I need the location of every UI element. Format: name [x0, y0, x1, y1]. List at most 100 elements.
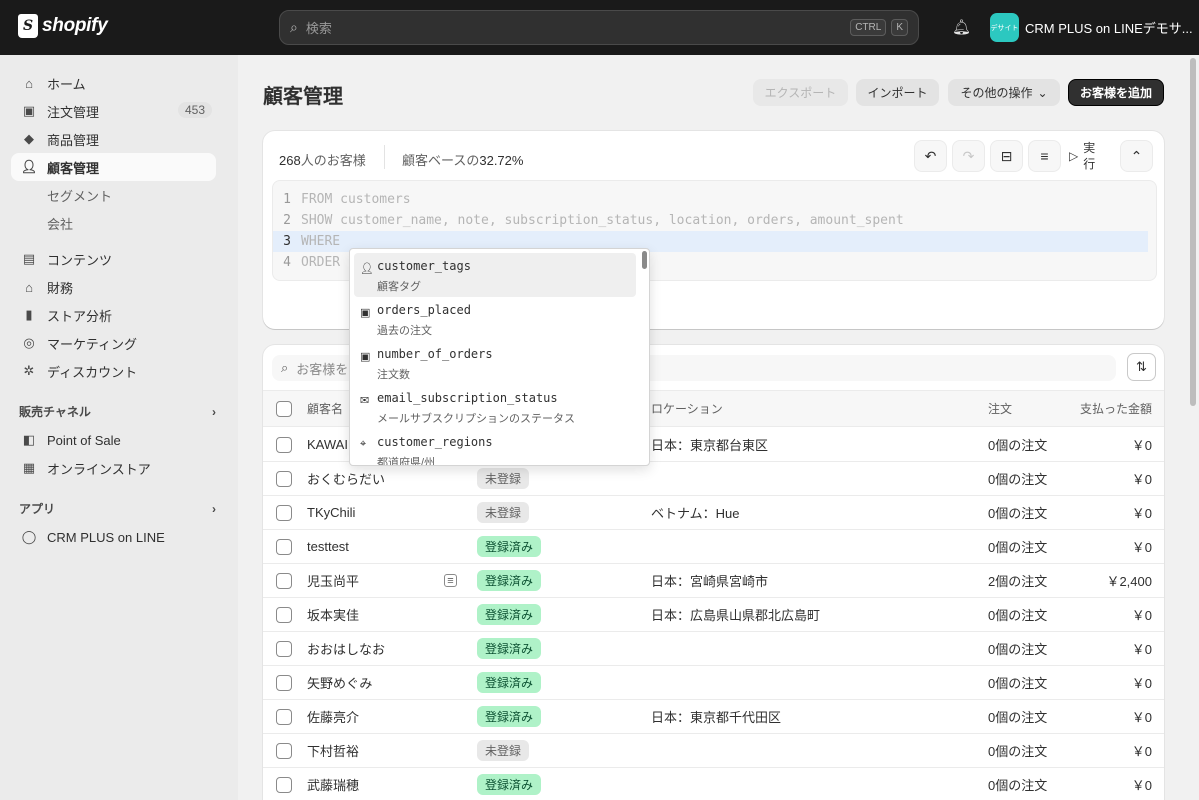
sidebar-item-segments[interactable]: セグメント — [11, 181, 216, 209]
sort-button[interactable]: ⇅ — [1127, 353, 1156, 381]
pos-icon: ◧ — [22, 432, 36, 447]
dropdown-scrollbar[interactable] — [642, 251, 647, 269]
line-text: ORDER — [301, 255, 341, 270]
export-button[interactable]: エクスポート — [753, 79, 848, 106]
table-row[interactable]: おおはしなお 登録済み 0個の注文 ￥0 — [263, 632, 1164, 666]
sidebar-item-finance[interactable]: ⌂ 財務 — [11, 273, 216, 301]
customer-name[interactable]: 矢野めぐみ — [307, 666, 372, 699]
customer-name[interactable]: おおはしなお — [307, 632, 385, 665]
customer-orders: 0個の注文 — [988, 608, 1048, 623]
customer-orders: 0個の注文 — [988, 438, 1048, 453]
suggestion-item[interactable]: ✉ email_subscription_status メールサブスクリプション… — [354, 385, 636, 429]
col-name[interactable]: 顧客名 — [307, 391, 343, 426]
table-row[interactable]: おくむらだい 未登録 0個の注文 ￥0 — [263, 462, 1164, 496]
divider — [384, 145, 385, 169]
shopify-bag-icon — [18, 14, 38, 38]
sidebar-item-label: CRM PLUS on LINE — [47, 529, 165, 545]
sidebar-item-label: 顧客管理 — [47, 160, 100, 176]
table-row[interactable]: TKyChili 未登録 ベトナム：Hue 0個の注文 ￥0 — [263, 496, 1164, 530]
sidebar-item-companies[interactable]: 会社 — [11, 209, 216, 237]
row-checkbox[interactable] — [276, 470, 292, 487]
add-customer-button[interactable]: お客様を追加 — [1068, 79, 1164, 106]
row-checkbox[interactable] — [276, 436, 292, 453]
table-row[interactable]: 武藤瑞穂 登録済み 0個の注文 ￥0 — [263, 768, 1164, 800]
row-checkbox[interactable] — [276, 572, 292, 589]
code-line: 1 FROM customers — [273, 189, 1156, 210]
table-row[interactable]: 坂本実佳 登録済み 日本：広島県山県郡北広島町 0個の注文 ￥0 — [263, 598, 1164, 632]
status-badge: 登録済み — [477, 672, 542, 693]
sidebar-item-orders[interactable]: ▣ 注文管理 453 — [11, 97, 216, 125]
row-checkbox[interactable] — [276, 504, 292, 521]
customer-name[interactable]: 児玉尚平 — [307, 564, 359, 597]
bank-icon: ⌂ — [25, 279, 33, 295]
row-checkbox[interactable] — [276, 538, 292, 555]
table-row[interactable]: testtest 登録済み 0個の注文 ￥0 — [263, 530, 1164, 564]
more-actions-button[interactable]: その他の操作 ⌄ — [948, 79, 1060, 106]
suggestion-item[interactable]: ▣ number_of_orders 注文数 — [354, 341, 636, 385]
col-orders[interactable]: 注文 — [988, 391, 1012, 426]
redo-button[interactable]: ↷ — [952, 140, 985, 172]
autocomplete-dropdown: 👤︎ customer_tags 顧客タグ ▣ orders_placed 過去… — [349, 248, 650, 466]
col-spent[interactable]: 支払った金額 — [1052, 391, 1152, 426]
sidebar-item-home[interactable]: ⌂ ホーム — [11, 69, 216, 97]
filter-button[interactable]: ≡ — [1028, 140, 1061, 172]
templates-button[interactable]: ⊟ — [990, 140, 1023, 172]
sidebar-item-crm-plus[interactable]: ◯ CRM PLUS on LINE — [11, 523, 216, 551]
sidebar-item-products[interactable]: ◆ 商品管理 — [11, 125, 216, 153]
suggestion-desc: 過去の注文 — [377, 325, 432, 337]
sidebar-item-online-store[interactable]: ▦ オンラインストア — [11, 454, 216, 482]
table-row[interactable]: 児玉尚平 ≡ 登録済み 日本：宮崎県宮崎市 2個の注文 ￥2,400 — [263, 564, 1164, 598]
sidebar-item-discounts[interactable]: ✲ ディスカウント — [11, 357, 216, 385]
row-checkbox[interactable] — [276, 776, 292, 793]
customer-orders: 0個の注文 — [988, 744, 1048, 759]
collapse-button[interactable]: ⌃ — [1120, 140, 1153, 172]
store-menu[interactable]: デサイト CRM PLUS on LINEデモサ... — [990, 13, 1193, 42]
table-row[interactable]: 矢野めぐみ 登録済み 0個の注文 ￥0 — [263, 666, 1164, 700]
page-scrollbar[interactable] — [1190, 58, 1196, 406]
customer-name[interactable]: testtest — [307, 530, 349, 563]
global-search[interactable]: ⌕ 検索 CTRL K — [279, 10, 919, 45]
customer-name[interactable]: 下村哲裕 — [307, 734, 359, 767]
sidebar-item-label: ホーム — [47, 76, 86, 92]
customer-name[interactable]: TKyChili — [307, 496, 355, 529]
layout-icon: ⊟ — [1000, 147, 1013, 164]
row-checkbox[interactable] — [276, 640, 292, 657]
customer-name[interactable]: おくむらだい — [307, 462, 385, 495]
customer-base-percentage: 顧客ベースの32.72% — [402, 150, 523, 169]
suggestion-item[interactable]: ⌖ customer_regions 都道府県/州 — [354, 429, 636, 465]
sidebar-item-analytics[interactable]: ▮ ストア分析 — [11, 301, 216, 329]
discount-icon: ✲ — [23, 363, 35, 378]
table-row[interactable]: 下村哲裕 未登録 0個の注文 ￥0 — [263, 734, 1164, 768]
bell-icon[interactable]: 🔔︎ — [952, 18, 971, 36]
mail-icon: ✉ — [360, 395, 370, 407]
apps-heading[interactable]: アプリ › — [19, 500, 216, 517]
col-location[interactable]: ロケーション — [651, 391, 723, 426]
shopify-logo[interactable]: shopify — [18, 14, 108, 38]
sidebar-item-content[interactable]: ▤ コンテンツ — [11, 245, 216, 273]
customer-name[interactable]: 佐藤亮介 — [307, 700, 359, 733]
customer-name[interactable]: 坂本実佳 — [307, 598, 359, 631]
row-checkbox[interactable] — [276, 606, 292, 623]
customer-name[interactable]: KAWAI — [307, 428, 348, 461]
row-checkbox[interactable] — [276, 708, 292, 725]
import-button[interactable]: インポート — [856, 79, 939, 106]
sidebar-item-pos[interactable]: ◧ Point of Sale — [11, 426, 216, 454]
sidebar-item-label: ディスカウント — [47, 364, 138, 380]
row-checkbox[interactable] — [276, 674, 292, 691]
table-row[interactable]: 佐藤亮介 登録済み 日本：東京都千代田区 0個の注文 ￥0 — [263, 700, 1164, 734]
sidebar-item-customers[interactable]: 👤︎ 顧客管理 — [11, 153, 216, 181]
logo-text: shopify — [42, 15, 108, 36]
run-button[interactable]: ▷ 実行 — [1069, 140, 1115, 172]
row-checkbox[interactable] — [276, 742, 292, 759]
select-all-checkbox[interactable] — [276, 400, 292, 417]
sidebar-item-marketing[interactable]: ◎ マーケティング — [11, 329, 216, 357]
customer-name[interactable]: 武藤瑞穂 — [307, 768, 359, 800]
suggestion-item[interactable]: ▣ orders_placed 過去の注文 — [354, 297, 636, 341]
undo-button[interactable]: ↶ — [914, 140, 947, 172]
suggestion-name: email_subscription_status — [377, 391, 558, 405]
sales-channels-heading[interactable]: 販売チャネル › — [19, 403, 216, 420]
note-icon[interactable]: ≡ — [444, 574, 457, 587]
person-icon: 👤︎ — [20, 159, 38, 174]
suggestion-item[interactable]: 👤︎ customer_tags 顧客タグ — [354, 253, 636, 297]
orders-count-badge: 453 — [177, 102, 212, 118]
